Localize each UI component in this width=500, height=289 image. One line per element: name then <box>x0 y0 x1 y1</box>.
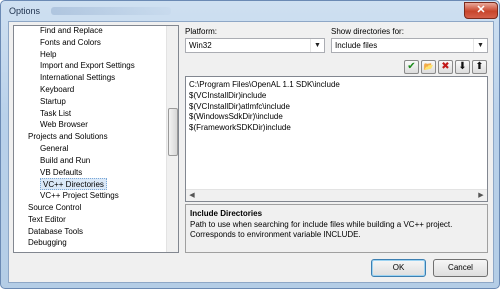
description-title: Include Directories <box>190 209 263 218</box>
check-button[interactable]: ✔ <box>404 60 419 74</box>
tree-item[interactable]: VB Defaults <box>40 167 82 179</box>
tree-item[interactable]: Find and Replace <box>40 26 103 37</box>
dialog-body: Find and Replace Fonts and Colors Help Impo… <box>8 21 494 283</box>
tree-item[interactable]: VC++ Directories <box>40 178 107 191</box>
directory-list[interactable]: C:\Program Files\OpenAL 1.1 SDK\include $… <box>185 76 488 202</box>
delete-button[interactable]: ✖ <box>438 60 453 74</box>
platform-combobox[interactable]: Win32 ▼ <box>185 38 325 53</box>
window-title: Options <box>9 6 41 16</box>
ok-button[interactable]: OK <box>371 259 426 277</box>
check-icon: ✔ <box>407 61 416 72</box>
description-text: Path to use when searching for include f… <box>190 220 453 239</box>
show-dirs-combobox[interactable]: Include files ▼ <box>331 38 488 53</box>
tree-scrollbar[interactable] <box>166 26 178 252</box>
scroll-left-icon[interactable]: ◀ <box>186 190 198 201</box>
move-down-icon: ⬇ <box>458 61 467 72</box>
tree-item[interactable]: Startup <box>40 96 66 108</box>
options-tree[interactable]: Find and Replace Fonts and Colors Help Impo… <box>13 25 179 253</box>
description-panel: Include Directories Path to use when sea… <box>185 204 488 253</box>
options-window: Options ✕ Find and Replace Fonts and Colo… <box>0 0 500 289</box>
tree-item[interactable]: Fonts and Colors <box>40 37 101 49</box>
chevron-down-icon: ▼ <box>310 39 324 52</box>
tree-item[interactable]: Projects and Solutions <box>28 131 108 143</box>
move-down-button[interactable]: ⬇ <box>455 60 470 74</box>
move-up-button[interactable]: ⬆ <box>472 60 487 74</box>
tree-item[interactable]: VC++ Project Settings <box>40 190 119 202</box>
tree-item[interactable]: General <box>40 143 68 155</box>
directory-hscrollbar[interactable]: ◀ ▶ <box>186 189 487 201</box>
new-folder-icon: 📂 <box>423 62 434 71</box>
directory-item[interactable]: C:\Program Files\OpenAL 1.1 SDK\include <box>189 80 340 90</box>
delete-icon: ✖ <box>441 61 450 72</box>
title-bar[interactable]: Options ✕ <box>1 1 499 23</box>
tree-item[interactable]: Database Tools <box>28 226 83 238</box>
directory-item[interactable]: $(FrameworkSDKDir)include <box>189 123 291 133</box>
new-folder-button[interactable]: 📂 <box>421 60 436 74</box>
tree-item[interactable]: Help <box>40 49 56 61</box>
cancel-button[interactable]: Cancel <box>433 259 488 277</box>
tree-item[interactable]: Import and Export Settings <box>40 60 135 72</box>
tree-item[interactable]: Task List <box>40 108 71 120</box>
tree-item[interactable]: Build and Run <box>40 155 90 167</box>
chevron-down-icon: ▼ <box>473 39 487 52</box>
scroll-right-icon[interactable]: ▶ <box>475 190 487 201</box>
directory-item[interactable]: $(WindowsSdkDir)\include <box>189 112 283 122</box>
platform-value: Win32 <box>189 41 212 50</box>
tree-item[interactable]: Text Editor <box>28 214 66 226</box>
title-blur <box>51 7 171 15</box>
tree-item[interactable]: International Settings <box>40 72 115 84</box>
move-up-icon: ⬆ <box>475 61 484 72</box>
tree-item[interactable]: Web Browser <box>40 119 88 131</box>
tree-item[interactable]: Source Control <box>28 202 81 214</box>
directory-item[interactable]: $(VCInstallDir)atlmfc\include <box>189 102 290 112</box>
tree-scroll-thumb[interactable] <box>168 108 178 156</box>
directory-item[interactable]: $(VCInstallDir)include <box>189 91 266 101</box>
platform-label: Platform: <box>185 27 218 36</box>
show-dirs-value: Include files <box>335 41 378 50</box>
close-button[interactable]: ✕ <box>464 2 498 19</box>
show-dirs-label: Show directories for: <box>331 27 404 36</box>
tree-item[interactable]: Debugging <box>28 237 67 249</box>
tree-item[interactable]: Keyboard <box>40 84 74 96</box>
